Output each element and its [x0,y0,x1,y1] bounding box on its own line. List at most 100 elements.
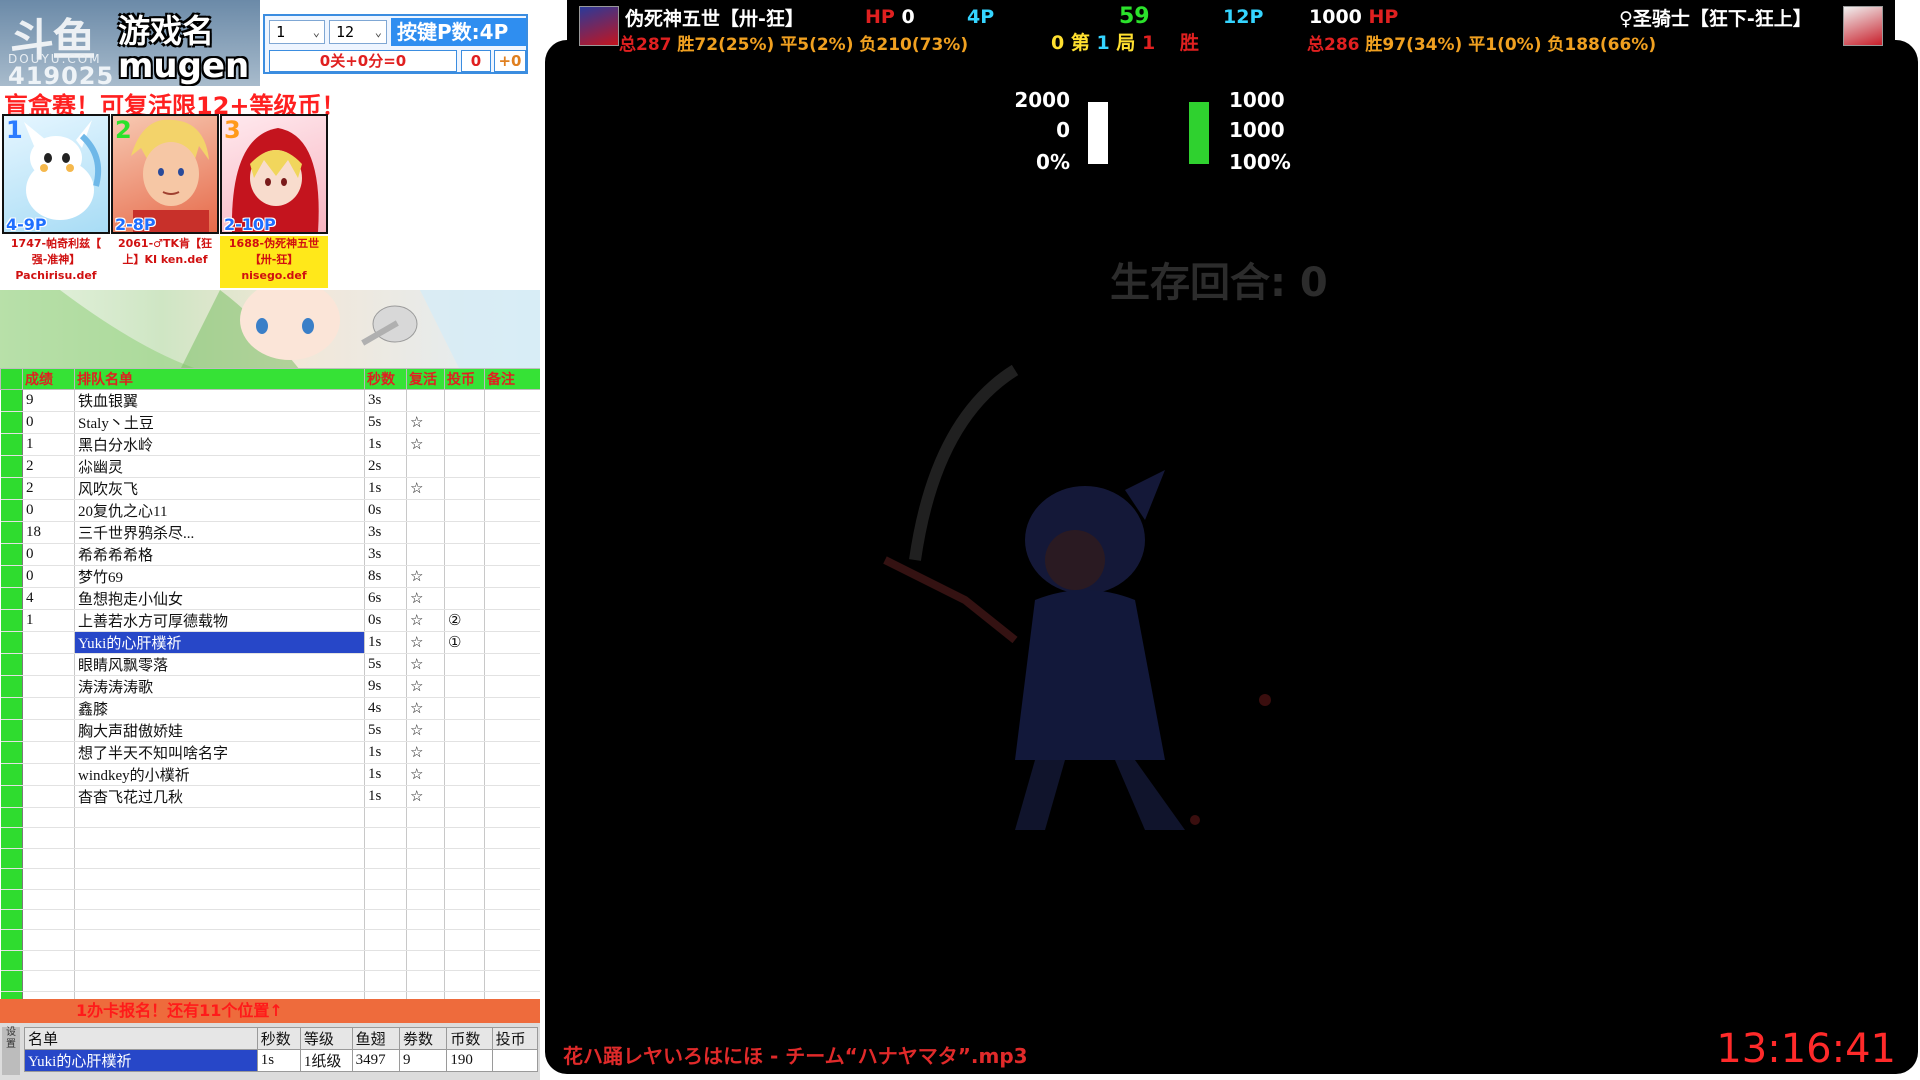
row-revive [406,389,445,412]
table-row[interactable]: 18 三千世界鸦杀尽... 3s [0,521,540,544]
empty-cell [444,848,485,870]
row-name: 鱼想抱走小仙女 [74,587,365,610]
row-revive: ☆ [406,433,445,456]
row-marker [0,477,23,500]
table-row[interactable]: 1 黑白分水岭 1s ☆ [0,433,540,456]
round-suffix: 局 [1116,32,1136,54]
scoreboard-bar: 伪死神五世【卅-狂】 HP 0 4P 59 12P 1000 HP ♀圣骑士【狂… [567,0,1895,55]
select-2[interactable]: 12 ⌄ [329,20,387,44]
row-score [22,631,75,654]
players-button[interactable]: 按键P数:4P [391,18,526,46]
card-number: 1 [6,116,23,144]
empty-cell [22,970,75,992]
character-card-2[interactable]: 2 2-8P [111,114,219,234]
empty-cell [444,889,485,910]
row-revive: ☆ [406,631,445,654]
row-name: 杳杳飞花过几秋 [74,785,365,808]
row-name: 梦竹69 [74,565,365,588]
empty-cell [406,848,445,870]
row-coin [444,543,485,566]
row-marker [0,909,23,931]
table-row[interactable]: 想了半天不知叫啥名字 1s ☆ [0,741,540,764]
round-prefix: 0 第 [1051,32,1090,54]
row-note [484,741,540,764]
table-row[interactable]: 杳杳飞花过几秋 1s ☆ [0,785,540,808]
round-info: 0 第 1 局 1 胜 [1051,28,1199,55]
empty-cell [484,848,540,870]
header-score: 成绩 [22,368,75,390]
card-caption-3: 1688-伪死神五世 【卅-狂】 nisego.def [220,236,328,288]
table-row[interactable]: 2 风吹灰飞 1s ☆ [0,477,540,500]
empty-cell [406,889,445,910]
p2-stat-percent: 100% [1229,150,1291,174]
character-card-3[interactable]: 3 2-10P [220,114,328,234]
current-vouchers: 9 [398,1049,448,1072]
character-card-1[interactable]: 1 4-9P [2,114,110,234]
table-row[interactable]: Yuki的心肝樸祈 1s ☆ ① [0,631,540,654]
row-name: 上善若水方可厚德载物 [74,609,365,632]
row-name: Yuki的心肝樸祈 [74,631,365,654]
caption-line: 强-准神】 [31,253,81,266]
row-marker [0,433,23,456]
row-seconds: 2s [364,455,407,478]
row-note [484,785,540,808]
empty-cell [74,929,365,951]
p1-record: 总287 胜72(25%) 平5(2%) 负210(73%) [619,30,968,55]
row-score: 1 [22,433,75,456]
row-name: 尛幽灵 [74,455,365,478]
table-row[interactable]: 2 尛幽灵 2s [0,455,540,478]
table-row[interactable]: 1 上善若水方可厚德载物 0s ☆ ② [0,609,540,632]
round-win: 胜 [1179,32,1199,54]
score-box: 0 [461,50,491,72]
table-row[interactable]: 0 希希希希格 3s [0,543,540,566]
table-row[interactable]: 4 鱼想抱走小仙女 6s ☆ [0,587,540,610]
row-name: 鑫膝 [74,697,365,720]
current-player-row[interactable]: Yuki的心肝樸祈 1s 1纸级 3497 9 190 [24,1049,539,1072]
empty-row [0,970,540,992]
empty-cell [364,950,407,972]
col-seconds: 秒数 [256,1027,301,1050]
table-row[interactable]: 0 梦竹69 8s ☆ [0,565,540,588]
current-coins: 190 [446,1049,493,1072]
row-name: 希希希希格 [74,543,365,566]
row-marker [0,868,23,890]
settings-side-tab[interactable]: 设置 [2,1027,20,1075]
row-score: 1 [22,609,75,632]
table-row[interactable]: 胸大声甜傲娇娃 5s ☆ [0,719,540,742]
round-timer: 59 [1119,4,1150,29]
col-vouchers: 劵数 [398,1027,448,1050]
row-marker [0,411,23,434]
table-row[interactable]: 眼睛风飘零落 5s ☆ [0,653,540,676]
row-marker [0,807,23,829]
fighter-sprite [883,364,1271,830]
row-coin [444,521,485,544]
p2-name: ♀圣骑士【狂下-狂上】 [1619,8,1812,30]
table-row[interactable]: 0 20复仇之心11 0s [0,499,540,522]
row-name: windkey的小樸祈 [74,763,365,786]
table-row[interactable]: 0 Staly丶土豆 5s ☆ [0,411,540,434]
p1-hp-value: 0 [901,6,915,28]
row-revive: ☆ [406,477,445,500]
select-1[interactable]: 1 ⌄ [269,20,325,44]
current-insert-coin [491,1049,539,1072]
row-seconds: 1s [364,763,407,786]
table-row[interactable]: 涛涛涛涛歌 9s ☆ [0,675,540,698]
empty-cell [22,848,75,870]
empty-cell [444,807,485,829]
row-marker [0,609,23,632]
table-row[interactable]: 鑫膝 4s ☆ [0,697,540,720]
row-note [484,719,540,742]
event-banner: 盲盒赛！可复活限12+等级币！ [0,86,540,120]
table-row[interactable]: windkey的小樸祈 1s ☆ [0,763,540,786]
row-note [484,543,540,566]
p1-hp-label: HP [865,6,895,28]
table-row[interactable]: 9 铁血银翼 3s [0,389,540,412]
caption-line: 【卅-狂】 [249,253,299,266]
queue-body: 9 铁血银翼 3s 0 Staly丶土豆 5s ☆ 1 黑白分水岭 1s ☆ 2 尛幽灵 2s 2 风吹灰飞 1… [0,389,540,1033]
p2-avatar [1843,6,1883,46]
row-revive: ☆ [406,763,445,786]
row-seconds: 3s [364,521,407,544]
header-spacer [0,368,23,390]
row-score [22,785,75,808]
row-coin [444,389,485,412]
